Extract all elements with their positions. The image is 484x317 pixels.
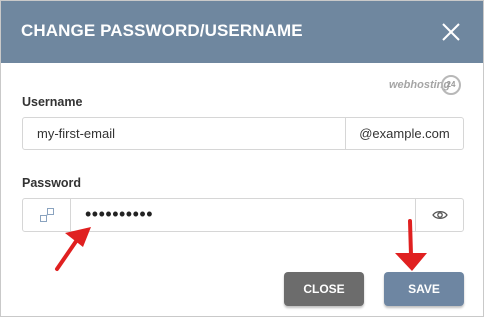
brand-logo-badge: 24 — [441, 75, 461, 95]
brand-logo: webhosting 24 — [389, 75, 465, 97]
password-label: Password — [22, 176, 82, 190]
show-password-button[interactable] — [415, 198, 464, 232]
eye-icon — [431, 210, 448, 220]
dialog-header: CHANGE PASSWORD/USERNAME — [1, 1, 483, 63]
generate-password-button[interactable] — [22, 198, 71, 232]
username-domain-suffix: @example.com — [345, 117, 464, 150]
close-button[interactable]: CLOSE — [284, 272, 364, 306]
dialog-title: CHANGE PASSWORD/USERNAME — [21, 21, 303, 40]
close-icon[interactable] — [437, 18, 465, 46]
password-input[interactable]: •••••••••• — [70, 198, 416, 232]
key-generate-icon — [39, 208, 54, 222]
save-button[interactable]: SAVE — [384, 272, 464, 306]
change-credentials-dialog: CHANGE PASSWORD/USERNAME webhosting 24 U… — [0, 0, 484, 317]
username-label: Username — [22, 95, 83, 109]
username-input[interactable]: my-first-email — [22, 117, 346, 150]
